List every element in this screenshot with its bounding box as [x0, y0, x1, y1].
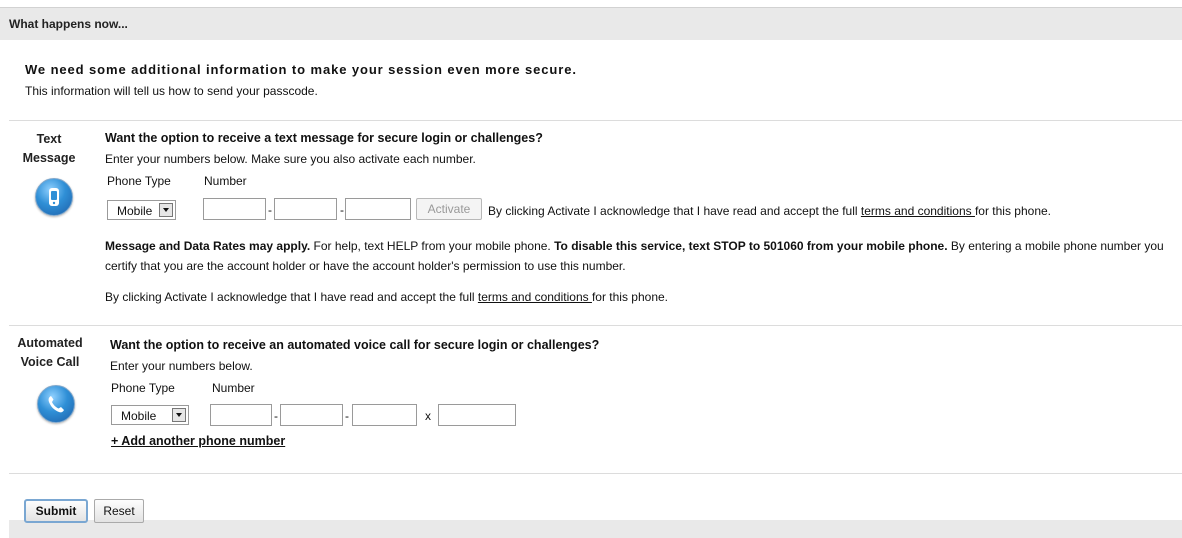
submit-button[interactable]: Submit: [24, 499, 88, 523]
voice-extension-input[interactable]: [438, 404, 516, 426]
text-prefix-input[interactable]: [274, 198, 337, 220]
ack2-prefix-text: By clicking Activate I acknowledge that …: [105, 290, 478, 304]
dash-separator: -: [274, 409, 278, 423]
reset-button[interactable]: Reset: [94, 499, 144, 523]
voice-phone-type-header: Phone Type: [111, 381, 175, 395]
rates-disclaimer: Message and Data Rates may apply. For he…: [105, 236, 1182, 276]
voice-number-header: Number: [212, 381, 255, 395]
footer-bar: [9, 520, 1182, 538]
text-message-label: Text Message: [22, 130, 76, 168]
activate-button[interactable]: Activate: [416, 198, 482, 220]
text-number-header: Number: [204, 174, 247, 188]
activate-acknowledgement-2: By clicking Activate I acknowledge that …: [105, 290, 668, 304]
divider: [9, 473, 1182, 474]
ack-prefix-text: By clicking Activate I acknowledge that …: [488, 204, 861, 218]
text-area-code-input[interactable]: [203, 198, 266, 220]
voice-line-number-input[interactable]: [352, 404, 417, 426]
text-phone-type-header: Phone Type: [107, 174, 171, 188]
dash-separator: -: [340, 203, 344, 217]
text-message-label-line1: Text: [36, 132, 62, 146]
divider: [9, 120, 1182, 121]
disable-service-text: To disable this service, text STOP to 50…: [554, 239, 948, 253]
text-message-label-line2: Message: [22, 151, 76, 165]
voice-call-instructions: Enter your numbers below.: [110, 359, 253, 373]
activate-acknowledgement: By clicking Activate I acknowledge that …: [488, 204, 1051, 218]
ack-suffix-text: for this phone.: [974, 204, 1052, 218]
chevron-down-icon[interactable]: [159, 203, 173, 217]
rates-bold-text: Message and Data Rates may apply.: [105, 239, 311, 253]
voice-prefix-input[interactable]: [280, 404, 343, 426]
section-header-bar: What happens now...: [0, 7, 1182, 40]
rates-help-text: For help, text HELP from your mobile pho…: [310, 239, 555, 253]
divider: [9, 325, 1182, 326]
add-phone-number-link[interactable]: + Add another phone number: [111, 434, 285, 448]
dash-separator: -: [268, 203, 272, 217]
ack2-suffix-text: for this phone.: [591, 290, 669, 304]
voice-area-code-input[interactable]: [210, 404, 272, 426]
extension-separator: x: [425, 409, 431, 423]
section-header-title: What happens now...: [9, 17, 128, 31]
mobile-phone-icon: [35, 178, 73, 216]
terms-and-conditions-link-2[interactable]: terms and conditions: [478, 290, 592, 304]
voice-phone-type-value: Mobile: [121, 409, 157, 423]
text-phone-type-value: Mobile: [117, 204, 153, 218]
text-phone-type-select[interactable]: Mobile: [107, 200, 176, 220]
voice-phone-type-select[interactable]: Mobile: [111, 405, 189, 425]
voice-call-label-line1: Automated: [17, 336, 83, 350]
voice-call-question: Want the option to receive an automated …: [110, 338, 600, 352]
text-message-instructions: Enter your numbers below. Make sure you …: [105, 152, 476, 166]
voice-call-label: Automated Voice Call: [15, 334, 85, 372]
chevron-down-icon[interactable]: [172, 408, 186, 422]
terms-and-conditions-link[interactable]: terms and conditions: [861, 204, 975, 218]
intro-heading: We need some additional information to m…: [25, 62, 577, 77]
phone-handset-icon: [37, 385, 75, 423]
text-message-question: Want the option to receive a text messag…: [105, 131, 543, 145]
intro-subtext: This information will tell us how to sen…: [25, 84, 318, 98]
voice-call-label-line2: Voice Call: [20, 355, 80, 369]
text-line-number-input[interactable]: [345, 198, 411, 220]
dash-separator: -: [345, 409, 349, 423]
